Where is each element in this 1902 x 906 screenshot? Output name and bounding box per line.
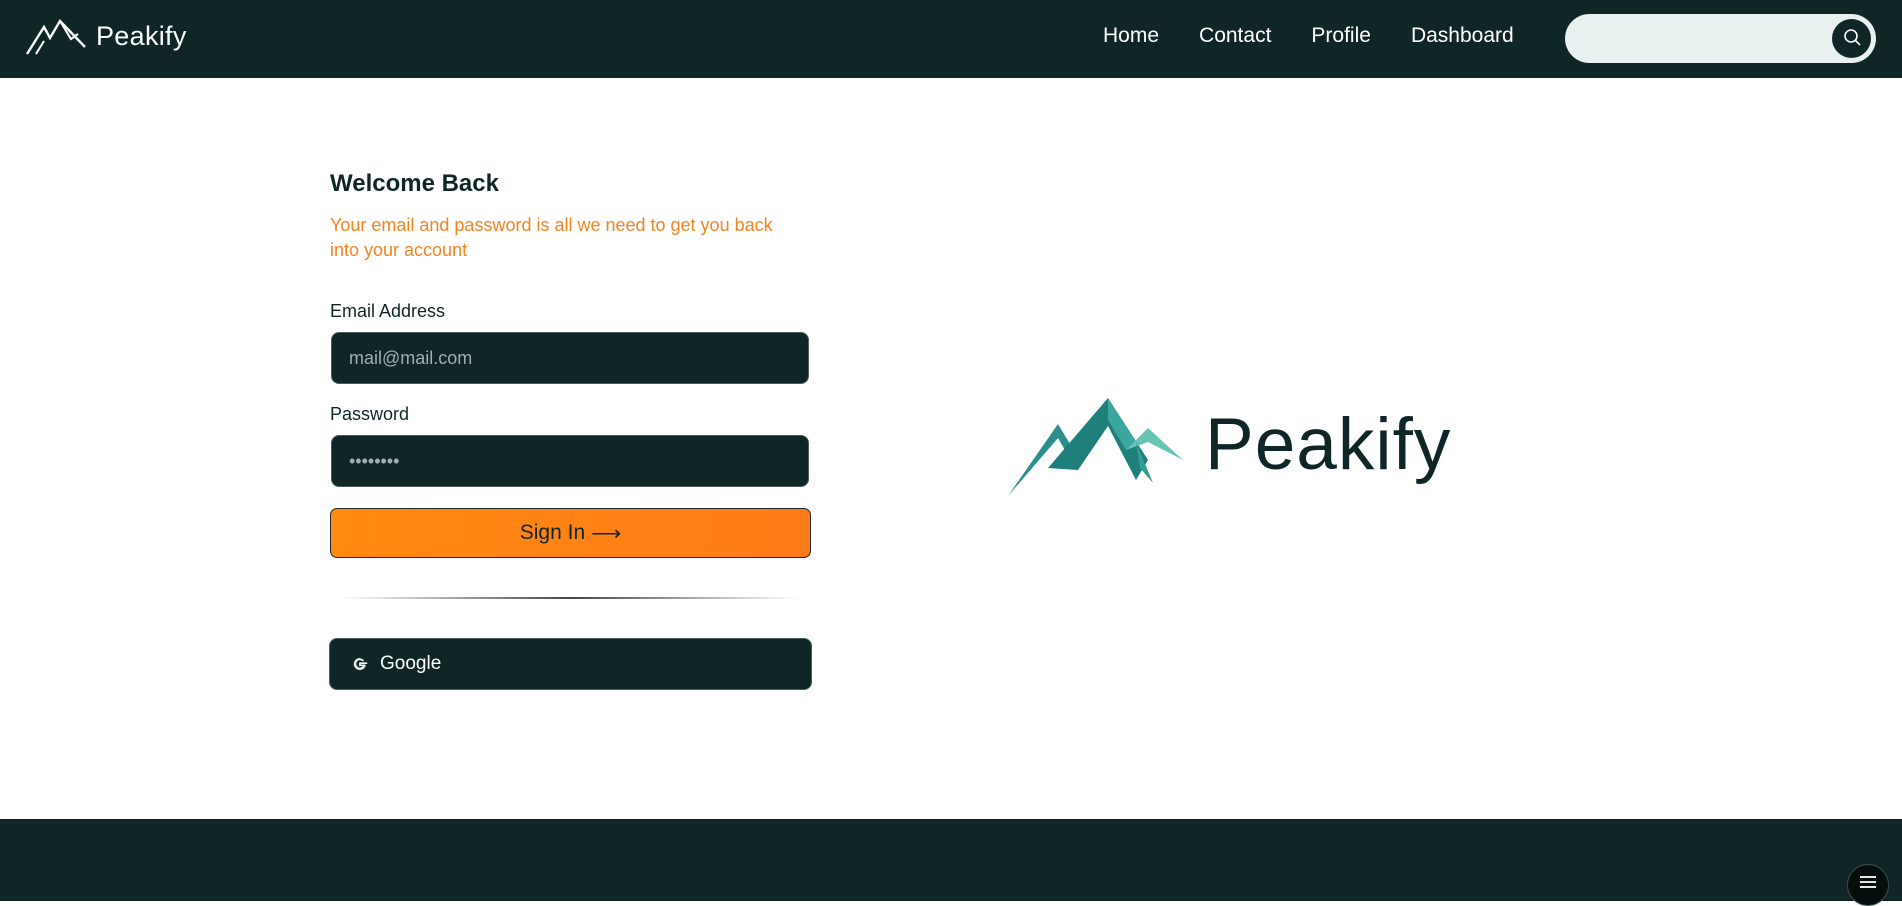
brand-name: Peakify	[96, 20, 187, 51]
hamburger-menu-icon	[1859, 875, 1877, 892]
password-label: Password	[330, 404, 410, 424]
email-field[interactable]	[331, 332, 809, 384]
google-icon	[351, 655, 369, 673]
nav-link-contact[interactable]: Contact	[1199, 24, 1271, 48]
page-title: Welcome Back	[330, 170, 499, 197]
sign-in-button[interactable]: Sign In ⟶	[330, 508, 811, 558]
navbar: Peakify Home Contact Profile Dashboard	[0, 0, 1902, 78]
google-sign-in-button[interactable]: Google	[329, 638, 812, 690]
hero-logo: Peakify	[1008, 398, 1451, 498]
brand-logo-link[interactable]: Peakify	[26, 17, 187, 55]
password-field[interactable]	[331, 435, 809, 487]
search-button[interactable]	[1832, 19, 1871, 58]
arrow-right-icon: ⟶	[591, 521, 622, 545]
main-nav: Home Contact Profile Dashboard	[1103, 24, 1514, 48]
search-input[interactable]	[1579, 22, 1809, 55]
mountain-logo-icon	[26, 17, 88, 55]
sign-in-label: Sign In	[519, 521, 586, 544]
mountain-logo-icon	[1008, 398, 1183, 498]
google-label: Google	[380, 653, 442, 674]
page-subtitle: Your email and password is all we need t…	[330, 215, 773, 260]
hero-logo-name: Peakify	[1205, 403, 1452, 485]
search-icon	[1843, 28, 1861, 49]
nav-link-home[interactable]: Home	[1103, 24, 1159, 48]
nav-link-dashboard[interactable]: Dashboard	[1411, 24, 1514, 48]
divider	[342, 597, 800, 599]
email-label: Email Address	[330, 301, 446, 321]
menu-button[interactable]	[1847, 864, 1889, 906]
nav-link-profile[interactable]: Profile	[1311, 24, 1371, 48]
footer	[0, 819, 1902, 901]
search-bar	[1565, 14, 1876, 63]
